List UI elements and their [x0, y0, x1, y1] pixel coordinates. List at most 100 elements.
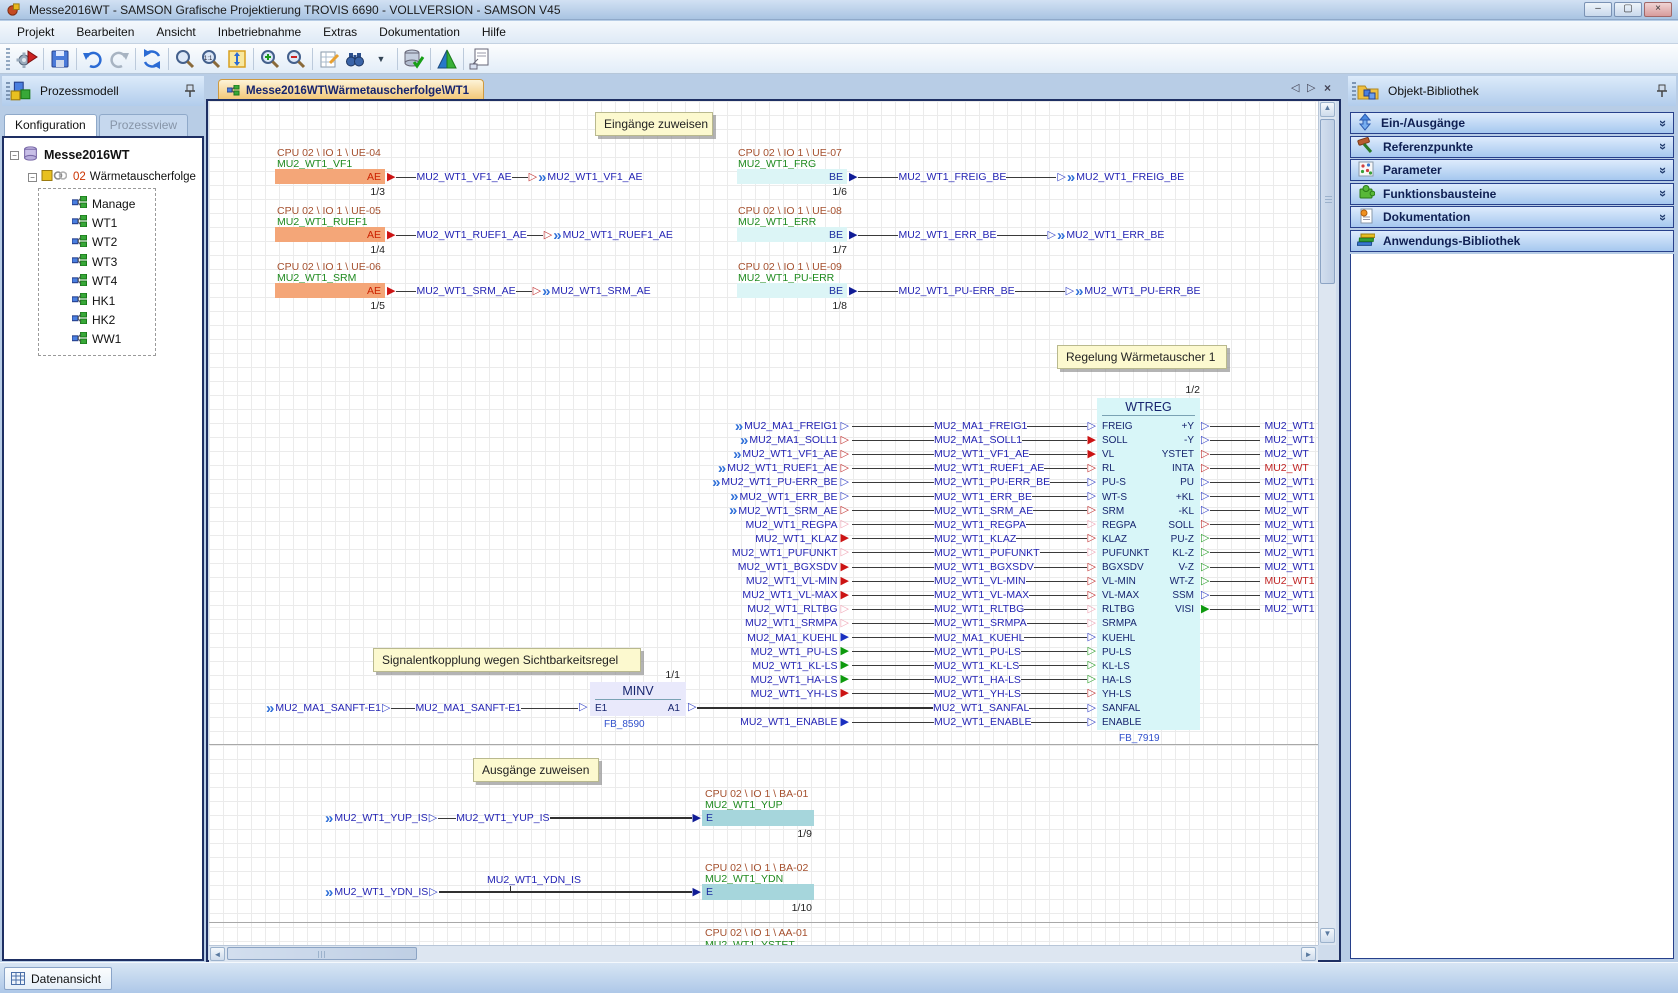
menu-item-ansicht[interactable]: Ansicht: [145, 22, 206, 42]
connector-fr-icon: ▶: [841, 688, 849, 699]
zoom-in-button[interactable]: [257, 46, 283, 72]
prism-button[interactable]: [434, 46, 460, 72]
wire: [1027, 426, 1086, 427]
zoom-1-1-button[interactable]: 1:1: [198, 46, 224, 72]
tree-item-hk1[interactable]: HK1: [72, 293, 115, 308]
diagram-note[interactable]: Regelung Wärmetauscher 1: [1057, 345, 1227, 369]
scroll-right-button[interactable]: ►: [1301, 947, 1316, 961]
toolbar-grip[interactable]: [6, 48, 10, 70]
source-label: MU2_WT1_SRMPA: [745, 617, 838, 629]
wire: [521, 708, 578, 709]
diagram-note[interactable]: Ausgänge zuweisen: [473, 758, 599, 782]
connector-or-icon: ▷: [1088, 576, 1096, 587]
tree-item-label: HK1: [92, 294, 115, 308]
maximize-button[interactable]: ▢: [1614, 2, 1642, 17]
undo-button[interactable]: [80, 46, 106, 72]
vertical-scroll-thumb[interactable]: [1320, 119, 1335, 284]
data-view-button[interactable]: Datenansicht: [4, 967, 112, 990]
connector-og-icon: ▷: [1201, 533, 1209, 544]
io-output-block[interactable]: E: [702, 810, 814, 826]
horizontal-scrollbar[interactable]: ◄ ►: [209, 945, 1318, 962]
tree-item-wt4[interactable]: WT4: [72, 274, 117, 289]
reference-chevron-icon: »: [538, 172, 545, 183]
page-layout-button[interactable]: [467, 46, 493, 72]
toolbar: 1:1 ▼: [0, 44, 1678, 74]
library-section-anwendungs-bibliothek[interactable]: Anwendungs-Bibliothek: [1350, 230, 1674, 252]
edit-sheet-button[interactable]: [316, 46, 342, 72]
scroll-up-button[interactable]: ▲: [1320, 102, 1335, 117]
wire: [852, 595, 934, 596]
block-fb-id: FB_7919: [1119, 733, 1160, 744]
dropdown-arrow-button[interactable]: ▼: [368, 46, 394, 72]
tree-item-root[interactable]: −Messe2016WT: [10, 146, 129, 164]
net-label: MU2_WT1_ENABLE: [934, 716, 1031, 728]
io-input-block[interactable]: BE: [737, 227, 847, 242]
signal-source-group: »MU2_WT1_RUEF1_AE▷: [600, 461, 850, 475]
library-section-parameter[interactable]: Parameter»: [1350, 159, 1674, 181]
project-settings-button[interactable]: [14, 46, 40, 72]
minimize-button[interactable]: –: [1584, 2, 1612, 17]
io-input-block[interactable]: AE: [275, 227, 385, 242]
io-output-block[interactable]: E: [702, 884, 814, 900]
menu-item-dokumentation[interactable]: Dokumentation: [368, 22, 471, 42]
tree-item-ww1[interactable]: WW1: [72, 332, 121, 347]
library-section-referenzpunkte[interactable]: Referenzpunkte»: [1350, 136, 1674, 158]
output-wire-row: ▷MU2_WT1: [1200, 475, 1318, 489]
panel-title: Prozessmodell: [40, 84, 119, 98]
scroll-left-button[interactable]: ◄: [210, 947, 225, 961]
binoculars-button[interactable]: [342, 46, 368, 72]
menu-item-bearbeiten[interactable]: Bearbeiten: [65, 22, 145, 42]
reference-chevron-icon: »: [266, 703, 273, 714]
connector-og-icon: ▷: [1088, 646, 1096, 657]
horizontal-scroll-thumb[interactable]: [227, 947, 417, 960]
tree-expander-icon[interactable]: −: [28, 173, 37, 182]
pin-icon[interactable]: [1656, 84, 1668, 98]
tree-item-wt1[interactable]: WT1: [72, 215, 117, 230]
tree-item-manage[interactable]: Manage: [72, 196, 135, 211]
tab-scroll-left-icon[interactable]: ◁: [1291, 81, 1299, 94]
scroll-down-button[interactable]: ▼: [1320, 928, 1335, 943]
io-input-block[interactable]: AE: [275, 169, 385, 184]
signal-wire-row: MU2_WT1_PU-LS▷: [852, 645, 1097, 659]
io-input-block[interactable]: BE: [737, 169, 847, 184]
block-pin-label: +Y: [1097, 421, 1194, 432]
tab-scroll-right-icon[interactable]: ▷: [1307, 81, 1315, 94]
connector-or-icon: ▷: [1088, 533, 1096, 544]
close-button[interactable]: ×: [1644, 2, 1672, 17]
tree-item-wt2[interactable]: WT2: [72, 235, 117, 250]
menu-item-hilfe[interactable]: Hilfe: [471, 22, 517, 42]
zoom-fit-button[interactable]: [224, 46, 250, 72]
tab-close-icon[interactable]: ×: [1324, 81, 1331, 95]
menu-item-extras[interactable]: Extras: [312, 22, 368, 42]
io-input-block[interactable]: BE: [737, 283, 847, 298]
save-button[interactable]: [47, 46, 73, 72]
library-section-funktionsbausteine[interactable]: Funktionsbausteine»: [1350, 183, 1674, 205]
tree-item-hk2[interactable]: HK2: [72, 312, 115, 327]
vertical-scrollbar[interactable]: ▲ ▼: [1318, 101, 1336, 945]
io-input-block[interactable]: AE: [275, 283, 385, 298]
library-section-ein-ausgänge[interactable]: Ein-/Ausgänge»: [1350, 112, 1674, 134]
tab-prozessview[interactable]: Prozessview: [99, 114, 188, 136]
diagram-tab[interactable]: Messe2016WT\Wärmetauscherfolge\WT1: [218, 79, 484, 99]
diagram-note[interactable]: Eingänge zuweisen: [595, 112, 713, 136]
menu-item-projekt[interactable]: Projekt: [6, 22, 65, 42]
pin-icon[interactable]: [184, 84, 196, 98]
tree-item-wt3[interactable]: WT3: [72, 254, 117, 269]
zoom-button[interactable]: [172, 46, 198, 72]
puzzle-icon: [1357, 183, 1375, 204]
tab-konfiguration[interactable]: Konfiguration: [4, 114, 97, 136]
zoom-in-icon: [258, 47, 282, 71]
zoom-out-button[interactable]: [283, 46, 309, 72]
database-check-button[interactable]: [401, 46, 427, 72]
diagram-draw-area[interactable]: Eingänge zuweisen Regelung Wärmetauscher …: [209, 101, 1318, 945]
menu-item-inbetriebnahme[interactable]: Inbetriebnahme: [207, 22, 312, 42]
signal-wire-row: MU2_WT1_BGXSDV▷: [852, 560, 1097, 574]
tree-expander-icon[interactable]: −: [10, 151, 19, 160]
tree-item-group[interactable]: −02Wärmetauscherfolge: [28, 168, 196, 186]
library-section-dokumentation[interactable]: Dokumentation»: [1350, 206, 1674, 228]
net-label: MU2_WT1_RUEF1_AE: [416, 229, 526, 241]
connector-og-icon: ▷: [1201, 576, 1209, 587]
signal-wire-row: MU2_WT1_ERR_BE▷: [852, 490, 1097, 504]
refresh-button[interactable]: [139, 46, 165, 72]
redo-button[interactable]: [106, 46, 132, 72]
